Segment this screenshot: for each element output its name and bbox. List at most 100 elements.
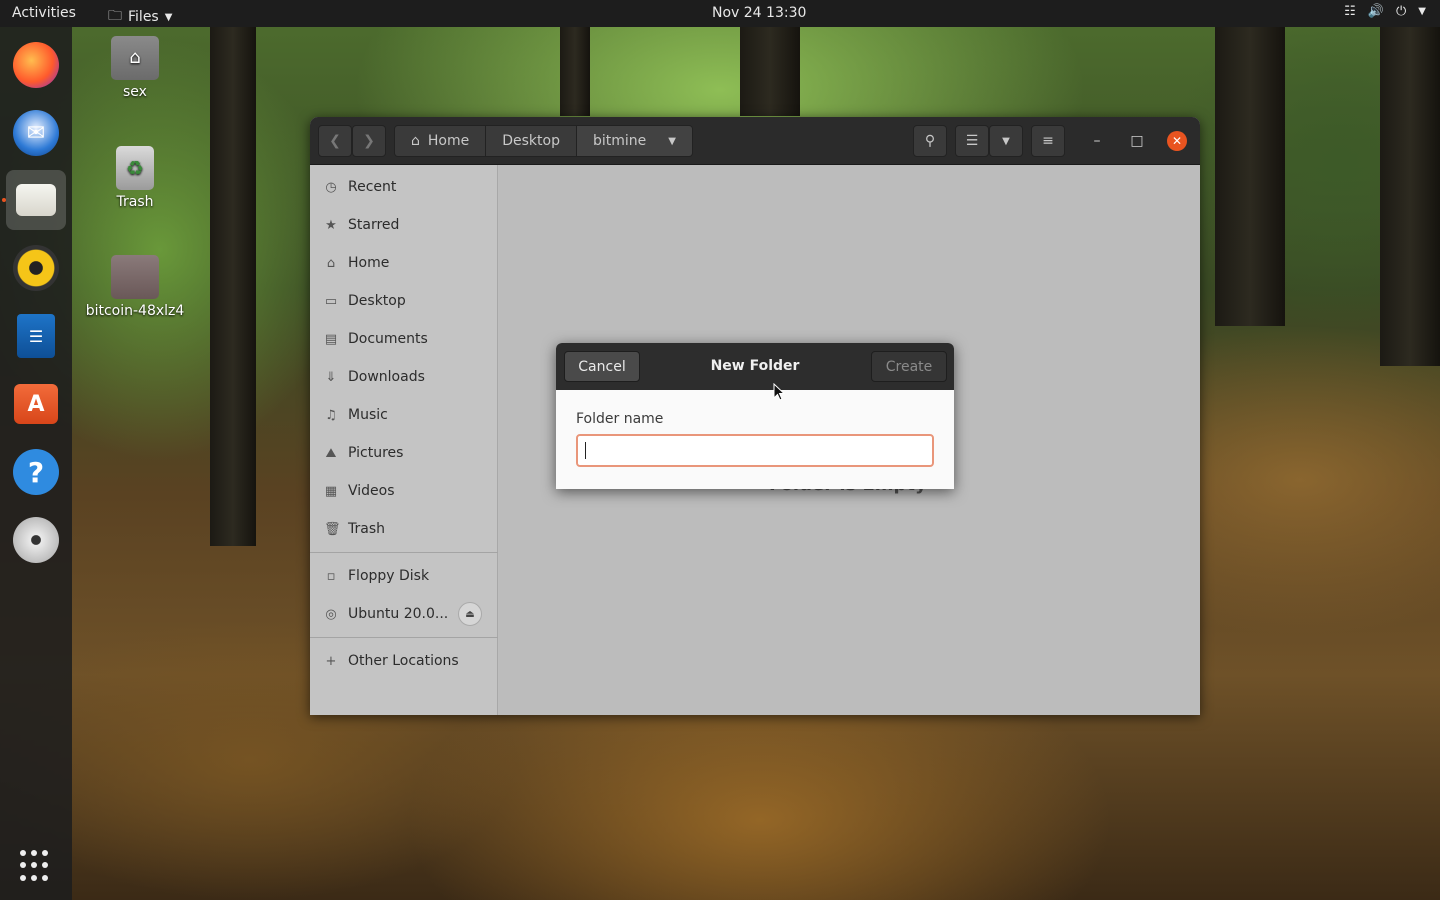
text-caret xyxy=(585,442,586,459)
minimize-button[interactable]: – xyxy=(1087,131,1107,151)
eject-icon[interactable]: ⏏ xyxy=(458,602,482,626)
download-icon: ⇓ xyxy=(325,369,337,385)
create-button[interactable]: Create xyxy=(871,351,947,382)
picture-icon: ⛰ xyxy=(325,445,337,461)
activities-button[interactable]: Activities xyxy=(12,5,76,21)
folder-name-input[interactable] xyxy=(576,434,934,467)
desktop-icon-label: bitcoin-48xlz4 xyxy=(85,303,185,319)
maximize-button[interactable]: □ xyxy=(1127,131,1147,151)
help-launcher[interactable]: ? xyxy=(6,442,66,502)
sidebar-item-label: Other Locations xyxy=(348,653,459,669)
sidebar-item-label: Downloads xyxy=(348,369,425,385)
breadcrumb-label: Desktop xyxy=(502,133,560,149)
sidebar-item-desktop[interactable]: ▭ Desktop xyxy=(310,282,498,320)
mouse-pointer-icon xyxy=(773,383,786,401)
home-icon: ⌂ xyxy=(411,133,420,149)
breadcrumb-label: Home xyxy=(427,133,470,149)
dialog-header: Cancel New Folder Create xyxy=(556,343,954,390)
firefox-launcher[interactable] xyxy=(6,35,66,95)
sidebar-item-recent[interactable]: ◷ Recent xyxy=(310,168,498,206)
trash-icon: 🗑 xyxy=(324,521,341,537)
sidebar-item-label: Trash xyxy=(348,521,385,537)
folder-name-label: Folder name xyxy=(576,411,664,427)
sidebar-item-trash[interactable]: 🗑 Trash xyxy=(310,510,498,548)
desktop-icon-home[interactable]: ⌂ sex xyxy=(75,36,195,100)
app-menu-label: Files xyxy=(128,9,159,25)
sidebar-item-label: Desktop xyxy=(348,293,406,309)
firefox-icon xyxy=(13,42,59,88)
dvd-icon xyxy=(13,517,59,563)
star-icon: ★ xyxy=(325,217,337,233)
breadcrumb-current[interactable]: bitmine ▼ xyxy=(576,126,692,156)
music-icon: ♫ xyxy=(325,407,337,423)
forward-button[interactable]: ❯ xyxy=(352,125,386,157)
new-folder-dialog: Cancel New Folder Create Folder name xyxy=(556,343,954,489)
rhythmbox-launcher[interactable] xyxy=(6,238,66,298)
trash-icon: ♻ xyxy=(116,146,154,190)
view-list-button[interactable]: ☰ xyxy=(955,125,989,157)
software-launcher[interactable]: A xyxy=(6,374,66,434)
sidebar-item-videos[interactable]: ▦ Videos xyxy=(310,472,498,510)
network-icon: ☷ xyxy=(1344,4,1356,19)
writer-icon: ☰ xyxy=(17,314,55,358)
sidebar-item-downloads[interactable]: ⇓ Downloads xyxy=(310,358,498,396)
wallpaper-trunk xyxy=(740,26,800,116)
files-icon xyxy=(16,184,56,216)
home-folder-icon: ⌂ xyxy=(111,36,159,80)
software-icon: A xyxy=(14,384,58,424)
breadcrumb: ⌂ Home Desktop bitmine ▼ xyxy=(394,125,693,157)
desktop-icon-folder[interactable]: bitcoin-48xlz4 xyxy=(75,255,195,319)
desktop-icon-trash[interactable]: ♻ Trash xyxy=(75,146,195,210)
folder-icon xyxy=(111,255,159,299)
sidebar-item-music[interactable]: ♫ Music xyxy=(310,396,498,434)
rhythmbox-icon xyxy=(13,245,59,291)
breadcrumb-label: bitmine xyxy=(592,133,647,149)
header-bar: ❮ ❯ ⌂ Home Desktop bitmine ▼ ⚲ ☰ ▼ ≡ – □… xyxy=(310,117,1200,165)
writer-launcher[interactable]: ☰ xyxy=(6,306,66,366)
show-applications-button[interactable] xyxy=(20,850,52,882)
wallpaper-trunk xyxy=(1215,26,1285,326)
sidebar-item-pictures[interactable]: ⛰ Pictures xyxy=(310,434,498,472)
document-icon: ▤ xyxy=(324,331,338,347)
thunderbird-launcher[interactable]: ✉ xyxy=(6,103,66,163)
sidebar-item-floppy[interactable]: ▫ Floppy Disk xyxy=(310,557,498,595)
sidebar: ◷ Recent ★ Starred ⌂ Home ▭ Desktop ▤ Do… xyxy=(310,165,498,715)
breadcrumb-home[interactable]: ⌂ Home xyxy=(395,126,487,156)
sidebar-item-documents[interactable]: ▤ Documents xyxy=(310,320,498,358)
plus-icon: + xyxy=(325,653,337,669)
system-tray[interactable]: ☷ 🔊 ⏻ ▼ xyxy=(1344,4,1426,19)
video-icon: ▦ xyxy=(324,483,338,499)
top-bar: Activities 🗀 Files ▼ Nov 24 13:30 ☷ 🔊 ⏻ … xyxy=(0,0,1440,27)
sidebar-item-starred[interactable]: ★ Starred xyxy=(310,206,498,244)
chevron-down-icon: ▼ xyxy=(164,11,173,23)
desktop-icon-label: sex xyxy=(123,84,147,100)
dvd-launcher[interactable] xyxy=(6,510,66,570)
sidebar-item-label: Pictures xyxy=(348,445,404,461)
sidebar-item-label: Recent xyxy=(348,179,397,195)
desktop-icon-label: Trash xyxy=(116,194,154,210)
clock-icon: ◷ xyxy=(325,179,337,195)
search-button[interactable]: ⚲ xyxy=(913,125,947,157)
wallpaper-trunk xyxy=(210,26,256,546)
sidebar-item-home[interactable]: ⌂ Home xyxy=(310,244,498,282)
desktop-icon: ▭ xyxy=(324,293,338,309)
sidebar-item-label: Music xyxy=(348,407,388,423)
close-button[interactable]: ✕ xyxy=(1167,131,1187,151)
help-icon: ? xyxy=(13,449,59,495)
view-options-button[interactable]: ▼ xyxy=(989,125,1023,157)
sidebar-item-label: Documents xyxy=(348,331,428,347)
home-icon: ⌂ xyxy=(326,255,336,271)
app-menu[interactable]: 🗀 Files ▼ xyxy=(108,5,172,29)
chevron-down-icon: ▼ xyxy=(1418,6,1426,17)
disc-icon: ◎ xyxy=(325,606,337,622)
sidebar-item-label: Floppy Disk xyxy=(348,568,430,584)
sidebar-item-label: Starred xyxy=(348,217,400,233)
sidebar-item-other-locations[interactable]: + Other Locations xyxy=(310,642,498,680)
breadcrumb-desktop[interactable]: Desktop xyxy=(486,126,577,156)
dock: ✉ ☰ A ? xyxy=(0,27,72,900)
back-button[interactable]: ❮ xyxy=(318,125,352,157)
menu-button[interactable]: ≡ xyxy=(1031,125,1065,157)
files-launcher[interactable] xyxy=(6,170,66,230)
clock[interactable]: Nov 24 13:30 xyxy=(712,5,806,21)
power-icon: ⏻ xyxy=(1396,4,1407,19)
